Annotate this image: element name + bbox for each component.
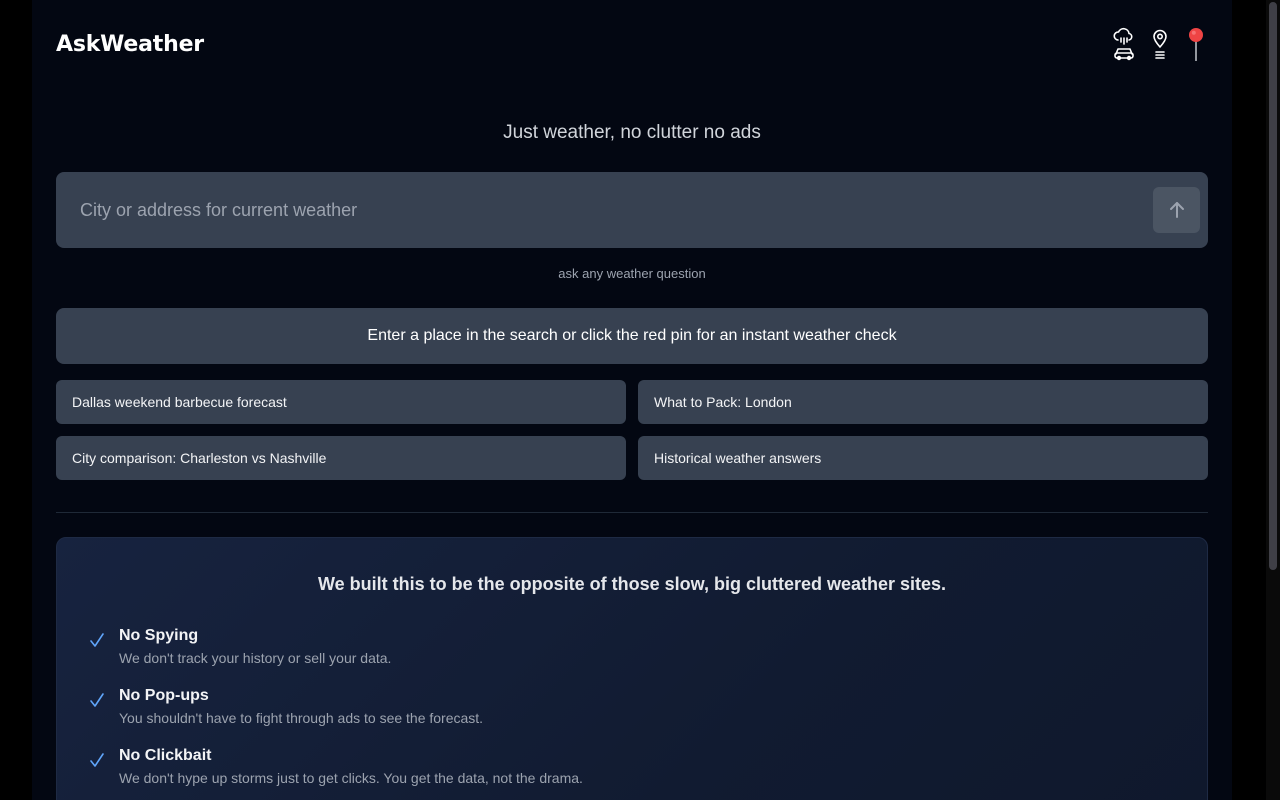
submit-button[interactable] bbox=[1153, 187, 1200, 233]
about-heading: We built this to be the opposite of thos… bbox=[317, 574, 947, 594]
header: AskWeather bbox=[56, 24, 1208, 64]
suggestion-button[interactable]: Historical weather answers bbox=[638, 436, 1208, 480]
suggestion-button[interactable]: Dallas weekend barbecue forecast bbox=[56, 380, 626, 424]
arrow-up-icon bbox=[1169, 202, 1184, 218]
feature-title: No Spying bbox=[119, 627, 199, 644]
feature-title: No Clickbait bbox=[119, 747, 212, 764]
feature-item: No Clickbait We don't hype up storms jus… bbox=[89, 746, 583, 800]
search-box bbox=[56, 172, 1208, 248]
search-hint: ask any weather question bbox=[558, 266, 706, 281]
checkmark-icon bbox=[90, 633, 104, 647]
section-divider bbox=[56, 512, 1208, 513]
header-icons bbox=[1112, 26, 1208, 62]
red-pin-icon[interactable] bbox=[1184, 26, 1208, 62]
feature-item: No Spying We don't track your history or… bbox=[89, 626, 583, 686]
tagline: Just weather, no clutter no ads bbox=[503, 122, 761, 143]
scrollbar-thumb[interactable] bbox=[1269, 2, 1277, 570]
feature-description: We don't hype up storms just to get clic… bbox=[119, 770, 583, 786]
instructions-banner: Enter a place in the search or click the… bbox=[56, 308, 1208, 364]
about-card: We built this to be the opposite of thos… bbox=[56, 537, 1208, 800]
map-pin-list-icon[interactable] bbox=[1148, 26, 1172, 62]
page-scrollbar[interactable] bbox=[1266, 0, 1280, 800]
app-logo[interactable]: AskWeather bbox=[56, 32, 204, 57]
feature-list: No Spying We don't track your history or… bbox=[89, 626, 583, 800]
checkmark-icon bbox=[90, 753, 104, 767]
search-input[interactable] bbox=[56, 172, 1136, 248]
feature-description: We don't track your history or sell your… bbox=[119, 650, 392, 666]
cloud-rain-car-icon[interactable] bbox=[1112, 26, 1136, 62]
feature-description: You shouldn't have to fight through ads … bbox=[119, 710, 484, 726]
feature-title: No Pop-ups bbox=[119, 687, 209, 704]
suggestion-button[interactable]: City comparison: Charleston vs Nashville bbox=[56, 436, 626, 480]
checkmark-icon bbox=[90, 693, 104, 707]
page: AskWeather Just weather, no clutter no a… bbox=[32, 0, 1232, 800]
suggestion-button[interactable]: What to Pack: London bbox=[638, 380, 1208, 424]
suggestions-grid: Dallas weekend barbecue forecast What to… bbox=[56, 380, 1208, 480]
feature-item: No Pop-ups You shouldn't have to fight t… bbox=[89, 686, 583, 746]
